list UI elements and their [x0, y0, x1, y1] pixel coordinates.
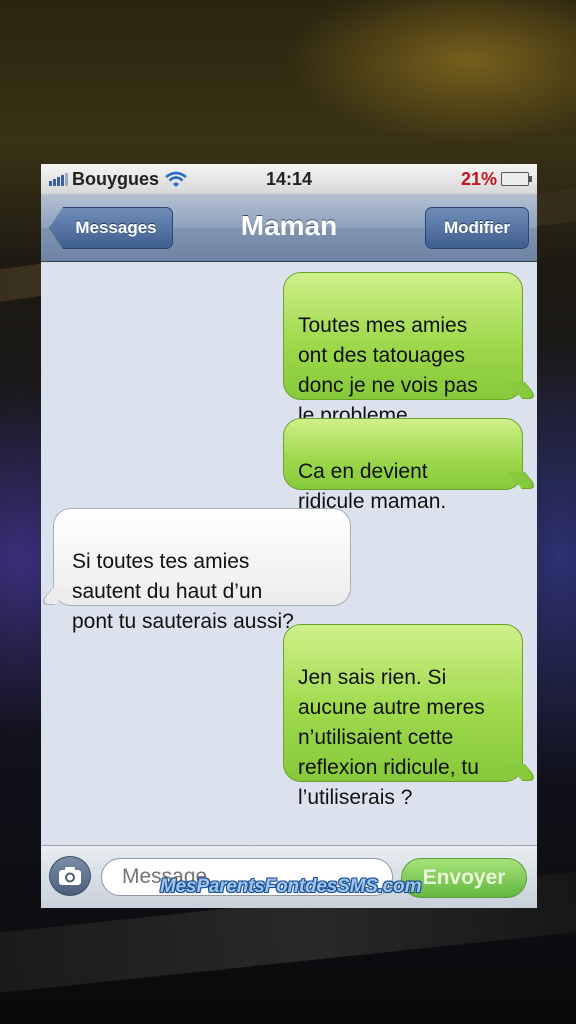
status-bar: Bouygues 14:14 21% [41, 164, 537, 194]
watermark-text: MesParentsFontdesSMS.com [160, 876, 422, 897]
navigation-bar: Messages Maman Modifier [41, 194, 537, 262]
message-text: Jen sais rien. Si aucune autre meres n’u… [298, 666, 485, 809]
message-bubble-outgoing: Jen sais rien. Si aucune autre meres n’u… [283, 624, 523, 809]
message-text: Toutes mes amies ont des tatouages donc … [298, 314, 478, 427]
status-time: 14:14 [265, 169, 313, 189]
camera-icon [59, 867, 81, 885]
camera-button[interactable] [49, 856, 91, 896]
message-bubble-outgoing: Toutes mes amies ont des tatouages donc … [283, 272, 523, 427]
message-text: Si toutes tes amies sautent du haut d’un… [72, 550, 294, 633]
battery-icon [501, 172, 532, 186]
message-text: Ca en devient ridicule maman. [298, 460, 447, 513]
message-bubble-incoming: Si toutes tes amies sautent du haut d’un… [53, 508, 351, 633]
message-thread[interactable]: Toutes mes amies ont des tatouages donc … [41, 262, 537, 846]
edit-button[interactable]: Modifier [425, 207, 529, 249]
message-bubble-outgoing: Ca en devient ridicule maman. [283, 418, 523, 513]
phone-screen: Bouygues 14:14 21% Messages Maman Modifi… [41, 164, 537, 908]
